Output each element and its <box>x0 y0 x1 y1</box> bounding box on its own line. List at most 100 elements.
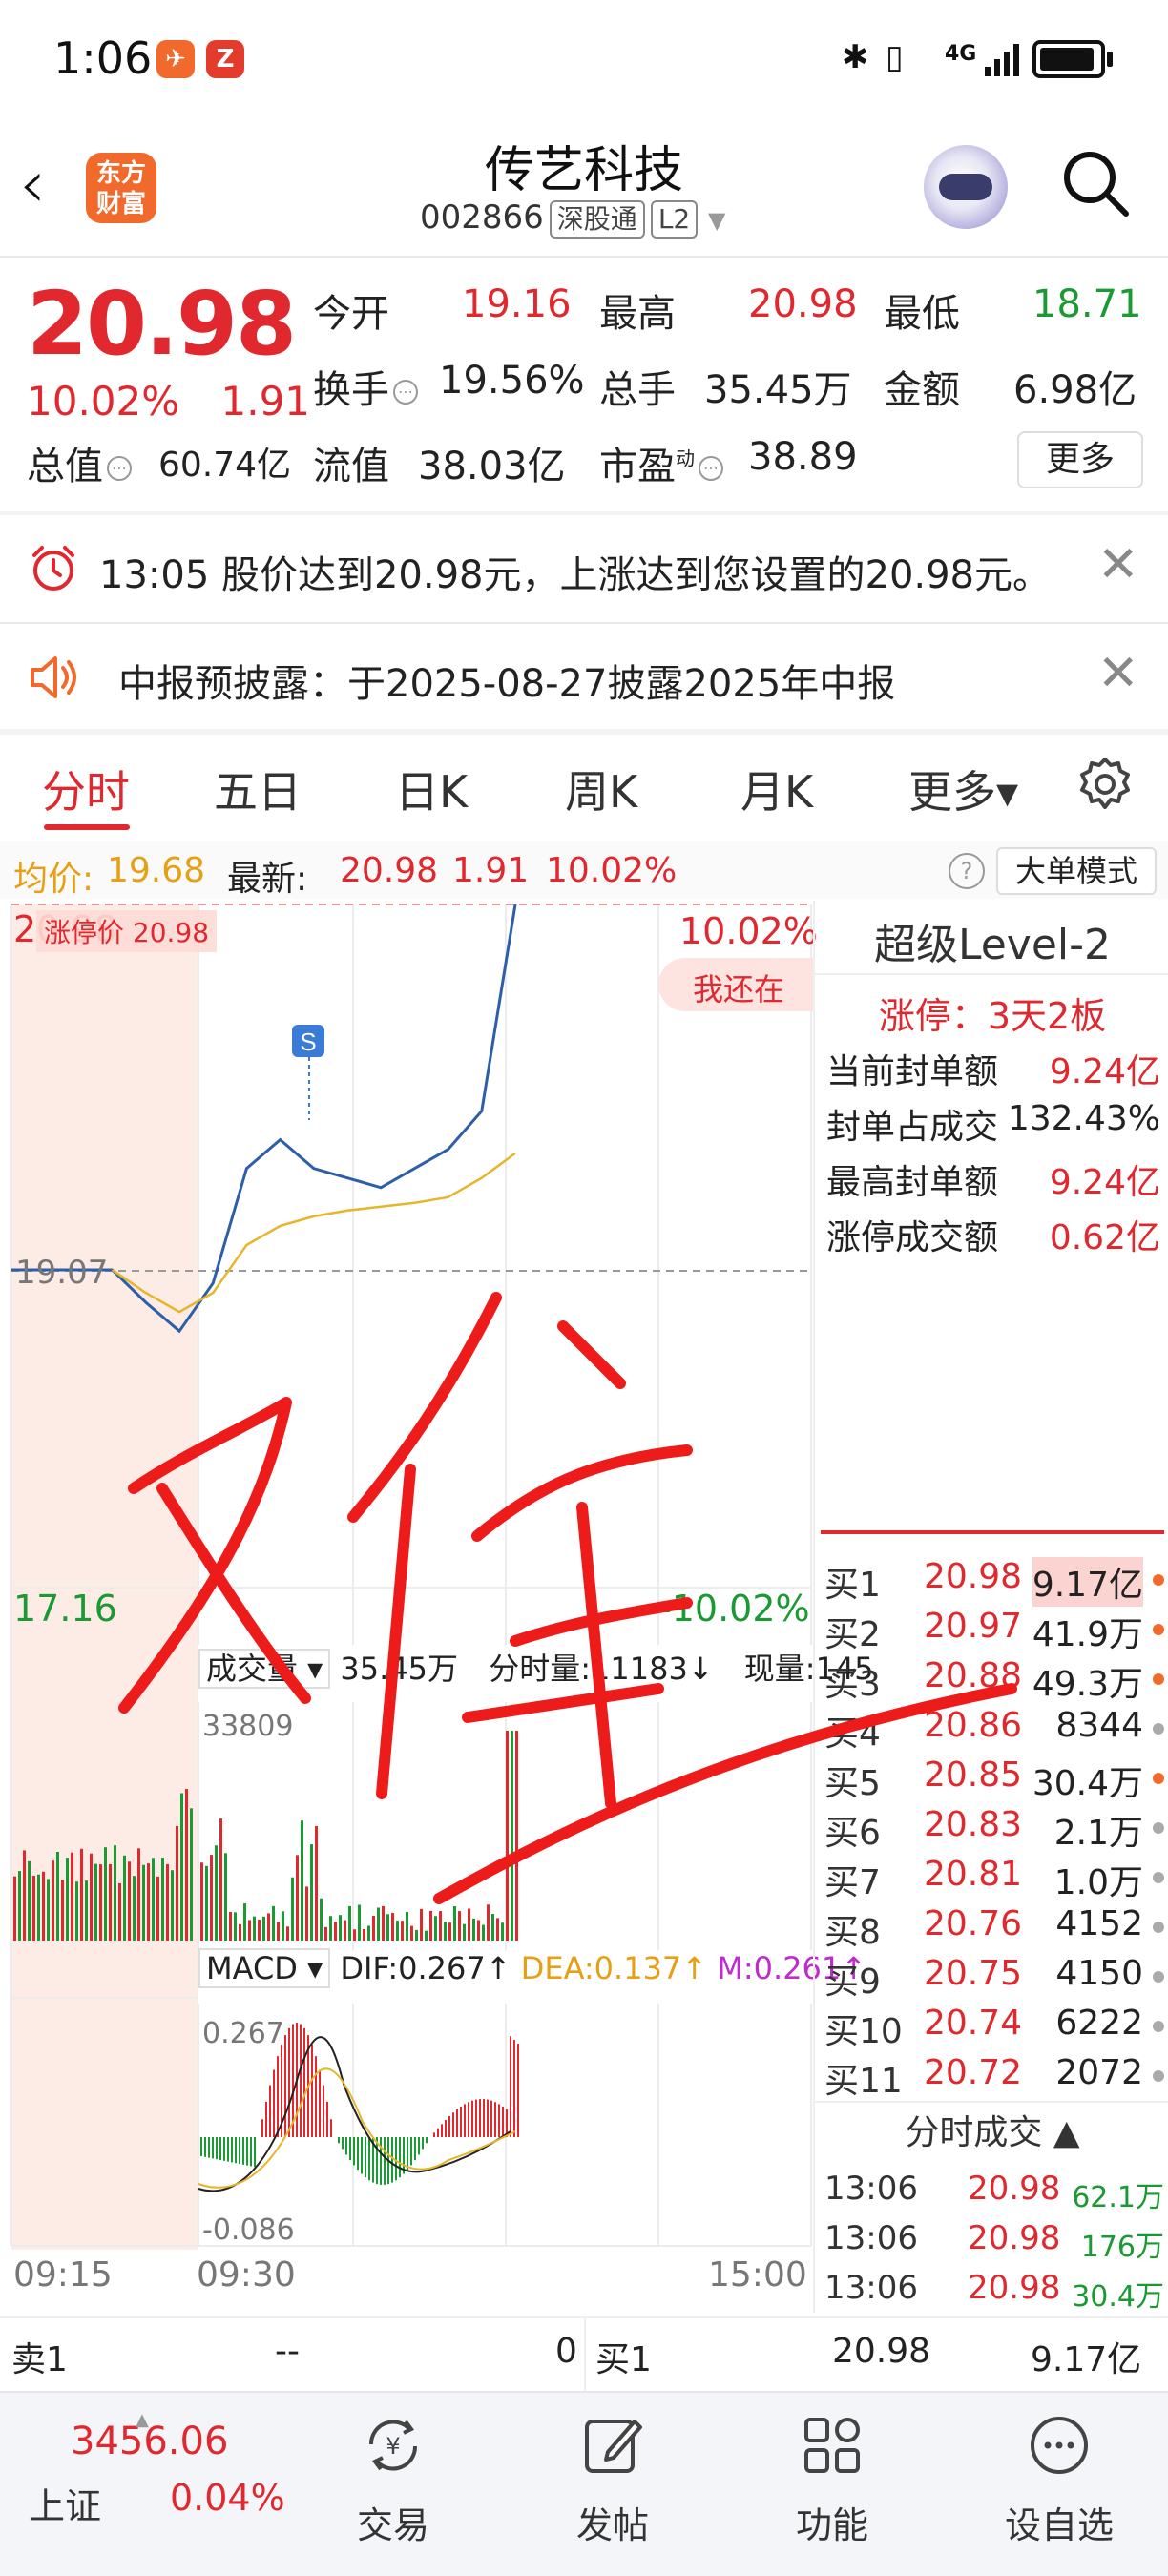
macd-bar <box>212 2137 214 2159</box>
volume-bar <box>286 1926 289 1941</box>
gear-icon[interactable] <box>1076 756 1134 813</box>
level2-title[interactable]: 超级Level-2 <box>815 910 1168 971</box>
macd-bar <box>380 2137 382 2185</box>
tab-five-day[interactable]: 五日 <box>214 758 302 821</box>
change-amount: 1.91 <box>220 378 311 425</box>
nav-post-label: 发帖 <box>575 2504 649 2546</box>
bid-price: 20.81 <box>924 1855 1023 1894</box>
macd-bar <box>261 2119 263 2137</box>
bid-row[interactable]: 买6 20.83 2.1万 <box>824 1805 1164 1855</box>
bid-qty: 2.1万 <box>1053 1814 1143 1853</box>
volume-bar <box>61 1880 64 1941</box>
macd-bar <box>445 2120 447 2137</box>
nav-trade[interactable]: ¥ 交易 <box>317 2412 469 2548</box>
info-icon[interactable]: ⋯ <box>699 456 723 481</box>
pre-market-shade <box>11 904 198 2250</box>
tab-monthly-k[interactable]: 月K <box>740 758 813 821</box>
stock-code: 002866 <box>420 198 544 237</box>
nav-post[interactable]: 发帖 <box>536 2412 689 2548</box>
disclosure-notice[interactable]: 中报预披露：于2025-08-27披露2025年中报 ✕ <box>0 624 1168 729</box>
volume-bar <box>396 1921 399 1941</box>
bid-price: 20.88 <box>924 1656 1023 1695</box>
volume-bar <box>180 1793 183 1941</box>
nav-add-watchlist-label: 设自选 <box>1004 2504 1114 2546</box>
nav-functions[interactable]: 功能 <box>756 2412 908 2548</box>
tab-weekly-k[interactable]: 周K <box>565 758 637 821</box>
bid-row[interactable]: 买11 20.72 2072 <box>824 2053 1164 2103</box>
macd-bar <box>319 2069 321 2137</box>
bid-level: 买1 <box>824 1566 881 1605</box>
macd-selector[interactable]: MACD ▾ <box>198 1948 331 1988</box>
bid-price: 20.74 <box>924 2004 1023 2043</box>
macd-bar <box>384 2137 386 2185</box>
trade-volume: 176万 <box>1080 2231 1164 2264</box>
volume-bar <box>147 1863 150 1941</box>
bid-row[interactable]: 买5 20.85 30.4万 <box>824 1755 1164 1805</box>
macd-bar <box>326 2101 328 2137</box>
info-icon[interactable]: ⋯ <box>393 380 418 405</box>
help-icon[interactable]: ? <box>949 853 985 889</box>
limit-up-streak: 涨停：3天2板 <box>878 995 1107 1037</box>
bid-divider <box>821 1530 1164 1534</box>
volume-bar <box>406 1912 408 1941</box>
bid-row[interactable]: 买4 20.86 8344 <box>824 1706 1164 1755</box>
bid-row[interactable]: 买10 20.74 6222 <box>824 2004 1164 2053</box>
volume-bar <box>205 1865 208 1941</box>
volume-bar <box>472 1918 475 1941</box>
seal-stat-label: 涨停成交额 <box>826 1218 999 1257</box>
price-alert-notice[interactable]: 13:05 股价达到20.98元，上涨达到您设置的20.98元。 ✕ <box>0 515 1168 620</box>
macd-bar <box>490 2100 492 2137</box>
volume-selector[interactable]: 成交量 ▾ <box>198 1649 331 1689</box>
tab-daily-k[interactable]: 日K <box>395 758 468 821</box>
volume-bar <box>18 1871 21 1941</box>
bid-row[interactable]: 买7 20.81 1.0万 <box>824 1855 1164 1904</box>
more-quote-button[interactable]: 更多 <box>1017 431 1143 488</box>
floating-hint[interactable]: 我还在 <box>658 958 813 1011</box>
info-icon[interactable]: ⋯ <box>107 456 132 481</box>
bid-row[interactable]: 买3 20.88 49.3万 <box>824 1656 1164 1706</box>
macd-bar <box>422 2137 424 2150</box>
macd-bar <box>414 2137 416 2161</box>
macd-bar <box>338 2137 340 2144</box>
volume-bar <box>85 1880 88 1941</box>
turnover-label: 换手 ⋯ <box>313 359 422 414</box>
bid-row[interactable]: 买2 20.97 41.9万 <box>824 1607 1164 1656</box>
macd-bar <box>303 2027 305 2137</box>
index-ticker[interactable]: ▲ 3456.06 上证 0.04% <box>29 2410 285 2529</box>
volume-bar <box>401 1921 404 1941</box>
tab-more[interactable]: 更多▾ <box>908 758 1018 821</box>
bid-row[interactable]: 买9 20.75 4150 <box>824 1954 1164 2004</box>
vibrate-icon: ▯ <box>886 38 904 76</box>
stock-code-row[interactable]: 002866 深股通 L2 ▼ <box>420 198 726 239</box>
macd-bar <box>227 2137 229 2162</box>
macd-bar <box>223 2137 225 2161</box>
close-icon[interactable]: ✕ <box>1097 645 1139 702</box>
network-label: 4G <box>945 42 977 66</box>
intraday-chart[interactable]: S 20.98 涨停价 20.98 10.02% 我还在 19.07 17.16… <box>0 901 874 2313</box>
volume-bar <box>171 1870 174 1941</box>
macd-bar <box>456 2109 458 2137</box>
macd-bar <box>357 2137 359 2171</box>
big-order-mode-button[interactable]: 大单模式 <box>996 847 1157 895</box>
volume-bar <box>215 1845 218 1941</box>
nav-add-watchlist[interactable]: 设自选 <box>983 2412 1136 2548</box>
bid-qty: 1.0万 <box>1053 1863 1143 1902</box>
trade-row: 13:06 20.98 62.1万 <box>824 2170 1164 2217</box>
bid-level: 买4 <box>824 1714 881 1754</box>
search-icon[interactable] <box>1059 147 1132 219</box>
close-icon[interactable]: ✕ <box>1097 536 1139 593</box>
volume-bar <box>200 1862 203 1941</box>
trades-title[interactable]: 分时成交 ▲ <box>815 2105 1168 2154</box>
volume-bar <box>382 1905 385 1941</box>
tab-intraday[interactable]: 分时 <box>42 758 130 821</box>
assistant-robot-icon[interactable] <box>924 145 1008 229</box>
bid-row[interactable]: 买8 20.76 4152 <box>824 1904 1164 1954</box>
bid-row[interactable]: 买1 20.98 9.17亿 <box>824 1557 1164 1607</box>
chart-top-pct: 10.02% <box>679 910 818 952</box>
bid-dot-icon <box>1153 1822 1164 1834</box>
volume-bar <box>363 1928 365 1941</box>
macd-bar <box>250 2137 252 2167</box>
bid-dot-icon <box>1153 1922 1164 1933</box>
bid-qty: 30.4万 <box>1032 1764 1143 1803</box>
volume-bar <box>123 1855 126 1941</box>
